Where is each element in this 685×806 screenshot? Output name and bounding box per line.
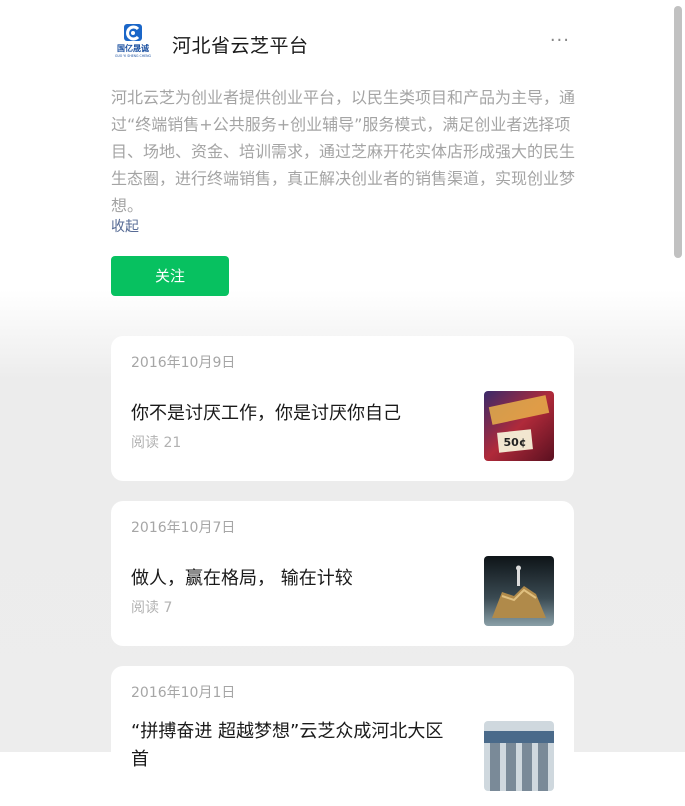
account-description: 河北云芝为创业者提供创业平台，以民生类项目和产品为主导，通过“终端销售+公共服务…: [111, 88, 576, 215]
article-date: 2016年10月7日: [131, 520, 236, 536]
figure-on-rock-thumbnail[interactable]: [484, 556, 554, 626]
account-name: 河北省云芝平台: [172, 35, 309, 57]
building-thumbnail[interactable]: [484, 721, 554, 791]
article-card[interactable]: 2016年10月1日 “拼搏奋进 超越梦想”云芝众成河北大区首: [111, 666, 574, 806]
article-title[interactable]: “拼搏奋进 超越梦想”云芝众成河北大区首: [131, 718, 451, 774]
follow-button[interactable]: 关注: [111, 256, 229, 296]
article-reads: 阅读 21: [131, 435, 182, 451]
scrollbar[interactable]: [671, 0, 685, 752]
article-card[interactable]: 2016年10月7日 做人，赢在格局， 输在计较 阅读 7: [111, 501, 574, 646]
article-reads: 阅读 7: [131, 600, 173, 616]
article-card[interactable]: 2016年10月9日 你不是讨厌工作，你是讨厌你自己 阅读 21 50¢: [111, 336, 574, 481]
more-icon[interactable]: ···: [550, 32, 570, 50]
article-date: 2016年10月9日: [131, 355, 236, 371]
article-title[interactable]: 做人，赢在格局， 输在计较: [131, 565, 451, 593]
collapse-link[interactable]: 收起: [111, 216, 139, 236]
article-date: 2016年10月1日: [131, 685, 236, 701]
logo-text: 国亿晟诚: [117, 43, 149, 53]
svg-text:50¢: 50¢: [504, 436, 527, 449]
page: 国亿晟诚 GUO YI SHENG CHENG 河北省云芝平台 ··· 河北云芝…: [0, 0, 685, 806]
account-logo[interactable]: 国亿晟诚 GUO YI SHENG CHENG: [111, 23, 155, 59]
account-header: 国亿晟诚 GUO YI SHENG CHENG 河北省云芝平台 ···: [111, 20, 575, 66]
article-title[interactable]: 你不是讨厌工作，你是讨厌你自己: [131, 400, 451, 428]
logo-subtext: GUO YI SHENG CHENG: [115, 54, 152, 58]
scrollbar-thumb[interactable]: [674, 6, 682, 258]
price-tag-thumbnail[interactable]: 50¢: [484, 391, 554, 461]
